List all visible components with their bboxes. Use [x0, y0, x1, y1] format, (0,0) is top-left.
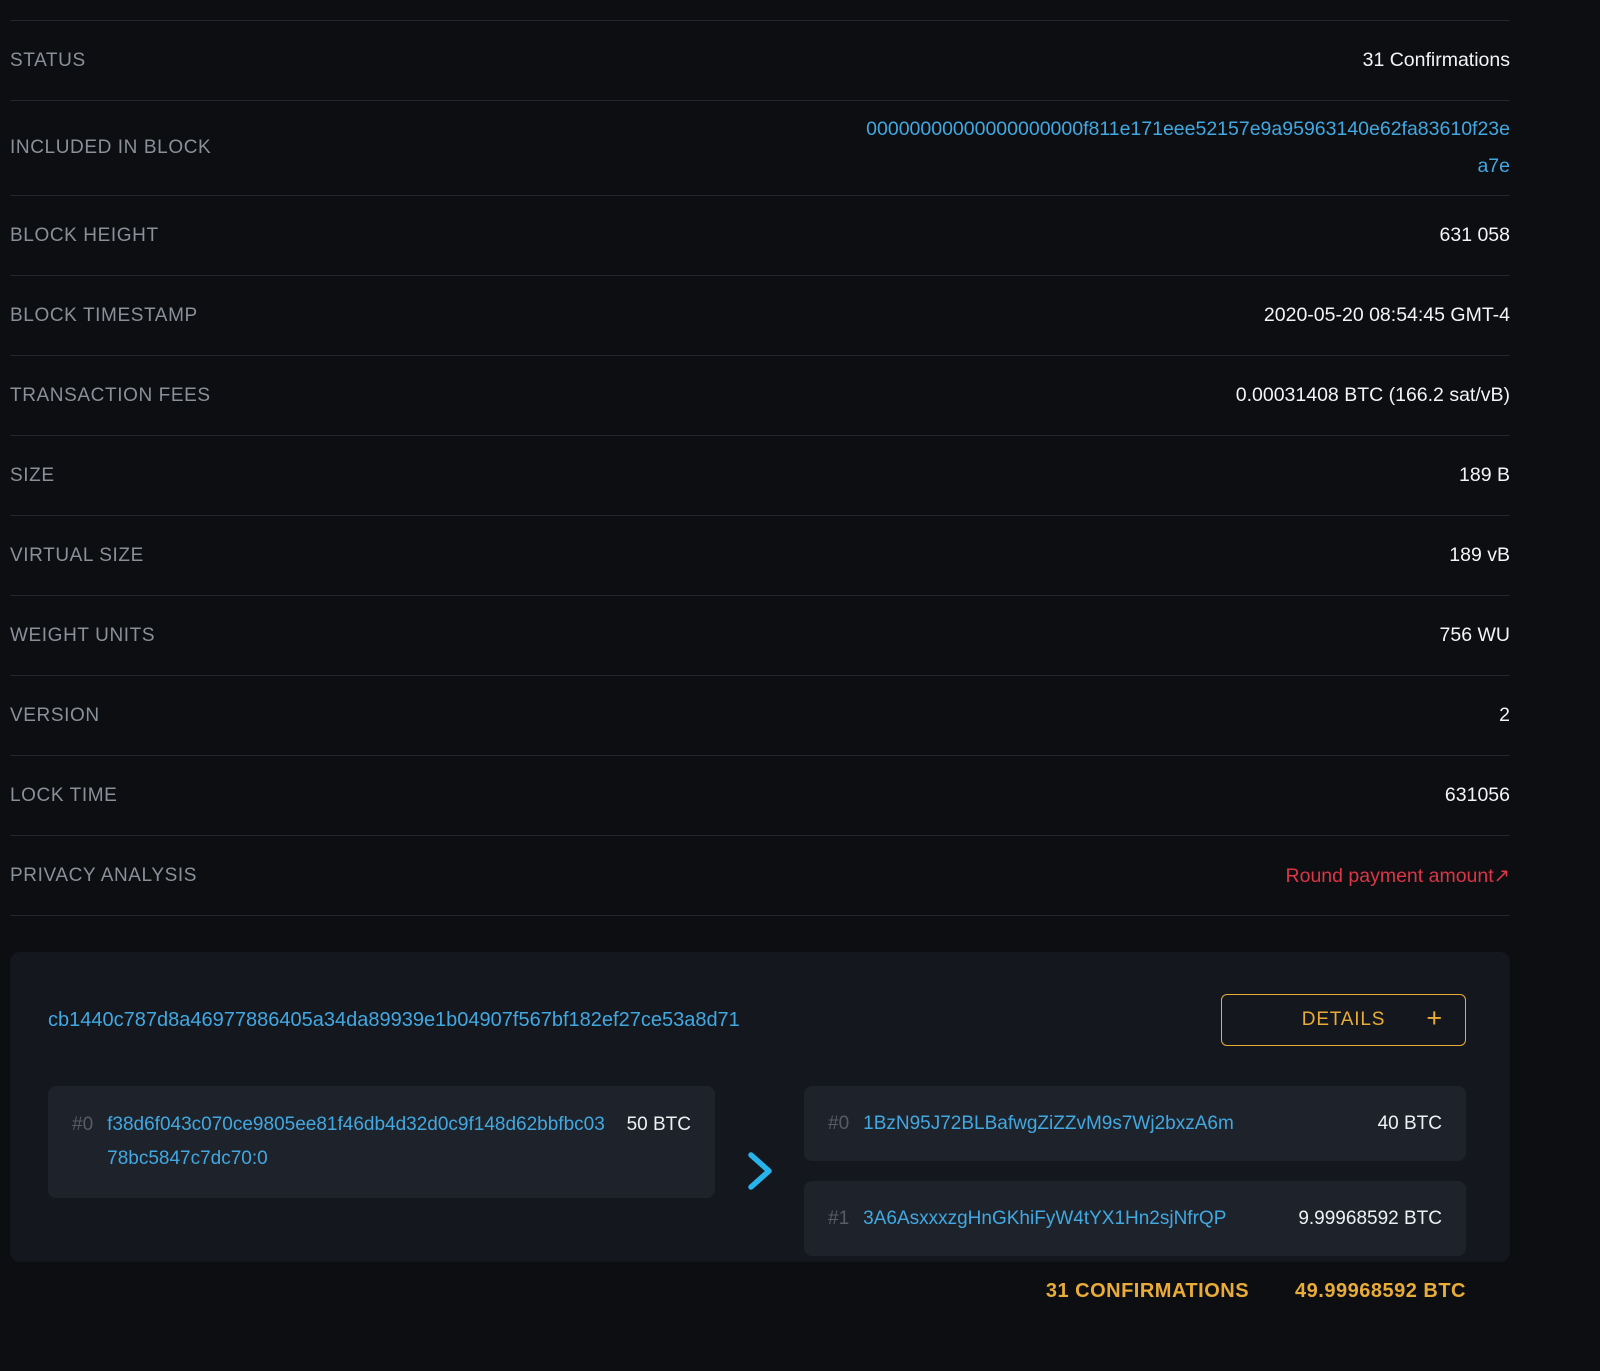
detail-label: STATUS — [10, 50, 86, 72]
detail-row-block-height: BLOCK HEIGHT 631 058 — [10, 196, 1510, 276]
details-button-label: DETAILS — [1302, 1009, 1385, 1031]
output-address-link[interactable]: 3A6AsxxxzgHnGKhiFyW4tYX1Hn2sjNfrQP — [863, 1202, 1280, 1236]
detail-label: WEIGHT UNITS — [10, 625, 155, 647]
input-index: #0 — [72, 1108, 93, 1142]
detail-value: 2020-05-20 08:54:45 GMT-4 — [1264, 304, 1510, 327]
detail-label: TRANSACTION FEES — [10, 385, 211, 407]
detail-label: INCLUDED IN BLOCK — [10, 137, 211, 159]
detail-row-version: VERSION 2 — [10, 676, 1510, 756]
detail-row-size: SIZE 189 B — [10, 436, 1510, 516]
detail-label: LOCK TIME — [10, 785, 117, 807]
total-amount: 49.99968592 BTC — [1295, 1280, 1466, 1303]
detail-value: 31 Confirmations — [1363, 49, 1510, 72]
inputs-column: #0 f38d6f043c070ce9805ee81f46db4d32d0c9f… — [48, 1086, 715, 1198]
detail-row-privacy-analysis: PRIVACY ANALYSIS Round payment amount↗ — [10, 836, 1510, 916]
detail-value: 2 — [1499, 704, 1510, 727]
output-index: #1 — [828, 1202, 849, 1236]
inputs-outputs-section: #0 f38d6f043c070ce9805ee81f46db4d32d0c9f… — [48, 1086, 1466, 1256]
confirmations-badge: 31 CONFIRMATIONS — [1046, 1280, 1249, 1303]
detail-value: 189 vB — [1449, 544, 1510, 567]
detail-value[interactable]: 00000000000000000000f811e171eee52157e9a9… — [862, 111, 1510, 185]
detail-value: 631056 — [1445, 784, 1510, 807]
transaction-card: cb1440c787d8a46977886405a34da89939e1b049… — [10, 952, 1510, 1262]
detail-label: VIRTUAL SIZE — [10, 545, 144, 567]
detail-label: BLOCK HEIGHT — [10, 225, 159, 247]
detail-label: VERSION — [10, 705, 100, 727]
chevron-right-icon — [745, 1149, 775, 1193]
output-amount: 9.99968592 BTC — [1298, 1202, 1442, 1236]
detail-label: PRIVACY ANALYSIS — [10, 865, 197, 887]
input-row: #0 f38d6f043c070ce9805ee81f46db4d32d0c9f… — [48, 1086, 715, 1198]
output-row: #1 3A6AsxxxzgHnGKhiFyW4tYX1Hn2sjNfrQP 9.… — [804, 1181, 1466, 1256]
arrow-column — [715, 1086, 804, 1256]
detail-row-block-timestamp: BLOCK TIMESTAMP 2020-05-20 08:54:45 GMT-… — [10, 276, 1510, 356]
detail-row-weight-units: WEIGHT UNITS 756 WU — [10, 596, 1510, 676]
detail-row-status: STATUS 31 Confirmations — [10, 21, 1510, 101]
transaction-footer: 31 CONFIRMATIONS 49.99968592 BTC — [10, 1280, 1510, 1303]
detail-value: 0.00031408 BTC (166.2 sat/vB) — [1236, 384, 1510, 407]
detail-label: SIZE — [10, 465, 55, 487]
output-amount: 40 BTC — [1378, 1107, 1442, 1141]
transaction-card-header: cb1440c787d8a46977886405a34da89939e1b049… — [48, 994, 1466, 1046]
input-outpoint-link[interactable]: f38d6f043c070ce9805ee81f46db4d32d0c9f148… — [107, 1108, 608, 1176]
transaction-detail-page: STATUS 31 Confirmations INCLUDED IN BLOC… — [10, 20, 1510, 1303]
detail-row-virtual-size: VIRTUAL SIZE 189 vB — [10, 516, 1510, 596]
detail-label: BLOCK TIMESTAMP — [10, 305, 198, 327]
detail-row-lock-time: LOCK TIME 631056 — [10, 756, 1510, 836]
detail-value: 631 058 — [1440, 224, 1511, 247]
output-address-link[interactable]: 1BzN95J72BLBafwgZiZZvM9s7Wj2bxzA6m — [863, 1107, 1359, 1141]
detail-row-included-in-block: INCLUDED IN BLOCK 00000000000000000000f8… — [10, 101, 1510, 196]
details-button[interactable]: DETAILS + — [1221, 994, 1466, 1046]
outputs-column: #0 1BzN95J72BLBafwgZiZZvM9s7Wj2bxzA6m 40… — [804, 1086, 1466, 1256]
detail-value: 189 B — [1459, 464, 1510, 487]
transaction-id-link[interactable]: cb1440c787d8a46977886405a34da89939e1b049… — [48, 1009, 740, 1032]
output-index: #0 — [828, 1107, 849, 1141]
output-row: #0 1BzN95J72BLBafwgZiZZvM9s7Wj2bxzA6m 40… — [804, 1086, 1466, 1161]
transaction-details-table: STATUS 31 Confirmations INCLUDED IN BLOC… — [10, 20, 1510, 916]
detail-value: 756 WU — [1440, 624, 1510, 647]
input-amount: 50 BTC — [627, 1108, 691, 1142]
detail-row-transaction-fees: TRANSACTION FEES 0.00031408 BTC (166.2 s… — [10, 356, 1510, 436]
plus-icon: + — [1426, 1003, 1443, 1034]
detail-value[interactable]: Round payment amount↗ — [1286, 864, 1510, 888]
